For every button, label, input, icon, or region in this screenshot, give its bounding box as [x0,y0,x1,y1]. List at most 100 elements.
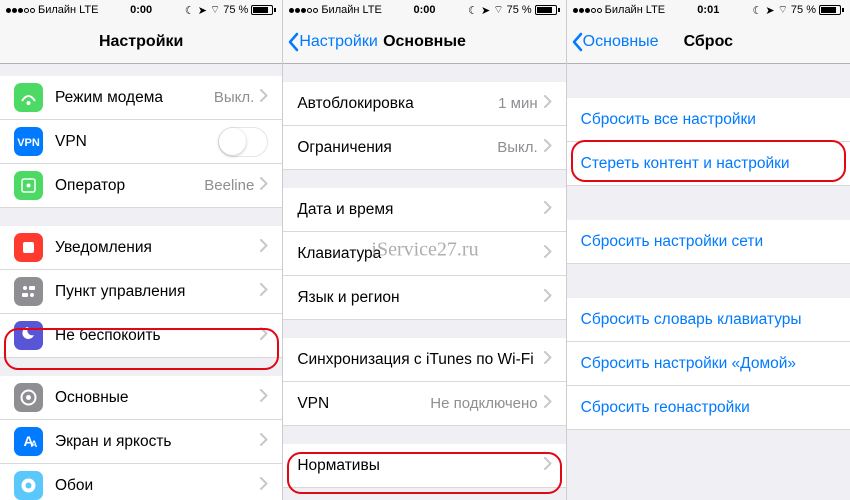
row-label: Уведомления [55,239,260,257]
nav-bar: Основные Сброс [567,20,850,64]
row-label: VPN [55,133,218,151]
settings-row[interactable]: Сбросить словарь клавиатуры [567,298,850,342]
settings-row[interactable]: Сбросить геонастройки [567,386,850,430]
wallpaper-icon [14,471,43,500]
settings-row[interactable]: Сбросить все настройки [567,98,850,142]
settings-row[interactable]: VPN VPN [0,120,282,164]
chevron-right-icon [260,433,268,446]
settings-row[interactable]: ОператорBeeline [0,164,282,208]
settings-row[interactable]: Сбросить настройки «Домой» [567,342,850,386]
settings-row[interactable]: Обои [0,464,282,500]
signal-dots-icon [289,8,318,13]
row-label: VPN [297,395,430,413]
bluetooth-icon: ⌔ [778,3,788,17]
battery-icon [819,5,844,15]
dnd-icon [14,321,43,350]
carrier-icon [14,171,43,200]
row-label: Язык и регион [297,289,543,307]
settings-row[interactable]: Язык и регион [283,276,565,320]
signal-dots-icon [6,8,35,13]
row-label: Основные [55,389,260,407]
row-label: Ограничения [297,139,497,157]
settings-row[interactable]: Стереть контент и настройки [567,142,850,186]
settings-row[interactable]: Сбросить настройки сети [567,220,850,264]
chevron-right-icon [260,283,268,296]
general-icon [14,383,43,412]
chevron-right-icon [544,395,552,408]
chevron-right-icon [544,95,552,108]
vpn-icon: VPN [14,127,43,156]
settings-row[interactable]: Уведомления [0,226,282,270]
settings-row[interactable]: Клавиатура [283,232,565,276]
row-label: Клавиатура [297,245,543,263]
row-value: Beeline [204,177,254,194]
chevron-right-icon [260,389,268,402]
toggle-switch[interactable] [218,127,268,157]
chevron-right-icon [544,351,552,364]
settings-row[interactable]: AA Экран и яркость [0,420,282,464]
nav-bar: Настройки Основные [283,20,565,64]
row-label: Режим модема [55,89,214,107]
row-label: Пункт управления [55,283,260,301]
chevron-left-icon [287,32,299,52]
location-icon: ➤ [198,4,207,17]
settings-row[interactable]: Синхронизация с iTunes по Wi-Fi [283,338,565,382]
settings-row[interactable]: Основные [0,376,282,420]
chevron-right-icon [544,201,552,214]
status-bar: Билайн LTE 0:00 ☾ ➤ ⌔ 75 % [283,0,565,20]
control-icon [14,277,43,306]
nav-bar: Настройки [0,20,282,64]
reset-panel: Билайн LTE 0:01 ☾ ➤ ⌔ 75 % Основные Сбро… [567,0,850,500]
display-icon: AA [14,427,43,456]
settings-row[interactable]: Не беспокоить [0,314,282,358]
modem-icon [14,83,43,112]
chevron-left-icon [571,32,583,52]
svg-text:VPN: VPN [17,137,40,149]
bluetooth-icon: ⌔ [493,3,503,17]
back-button[interactable]: Основные [571,32,659,52]
row-value: Не подключено [430,395,537,412]
row-label: Дата и время [297,201,543,219]
row-label: Автоблокировка [297,95,498,113]
settings-row[interactable]: ОграниченияВыкл. [283,126,565,170]
battery-icon [251,5,276,15]
signal-dots-icon [573,8,602,13]
chevron-right-icon [544,245,552,258]
chevron-right-icon [260,239,268,252]
row-label: Сбросить настройки сети [581,233,836,251]
settings-row[interactable]: Автоблокировка1 мин [283,82,565,126]
settings-panel: Билайн LTE 0:00 ☾ ➤ ⌔ 75 % Настройки Реж… [0,0,283,500]
chevron-right-icon [544,289,552,302]
svg-text:A: A [31,439,38,449]
location-icon: ➤ [481,4,490,17]
settings-row[interactable]: Режим модемаВыкл. [0,76,282,120]
settings-row[interactable]: VPNНе подключено [283,382,565,426]
row-label: Экран и яркость [55,433,260,451]
chevron-right-icon [260,89,268,102]
status-bar: Билайн LTE 0:01 ☾ ➤ ⌔ 75 % [567,0,850,20]
battery-percent: 75 % [223,4,248,16]
moon-icon: ☾ [752,4,762,17]
bluetooth-icon: ⌔ [210,3,220,17]
chevron-right-icon [544,139,552,152]
location-icon: ➤ [765,4,774,17]
chevron-right-icon [544,457,552,470]
network-label: LTE [79,4,98,16]
chevron-right-icon [260,477,268,490]
row-label: Нормативы [297,457,543,475]
row-value: 1 мин [498,95,538,112]
row-label: Обои [55,477,260,495]
page-title: Настройки [0,33,282,51]
notify-icon [14,233,43,262]
clock-label: 0:01 [697,4,719,16]
carrier-label: Билайн [38,4,76,16]
row-label: Сбросить словарь клавиатуры [581,311,836,329]
status-bar: Билайн LTE 0:00 ☾ ➤ ⌔ 75 % [0,0,282,20]
row-label: Оператор [55,177,204,195]
settings-row[interactable]: Нормативы [283,444,565,488]
row-label: Стереть контент и настройки [581,155,836,173]
settings-row[interactable]: Пункт управления [0,270,282,314]
clock-label: 0:00 [413,4,435,16]
settings-row[interactable]: Дата и время [283,188,565,232]
back-button[interactable]: Настройки [287,32,377,52]
